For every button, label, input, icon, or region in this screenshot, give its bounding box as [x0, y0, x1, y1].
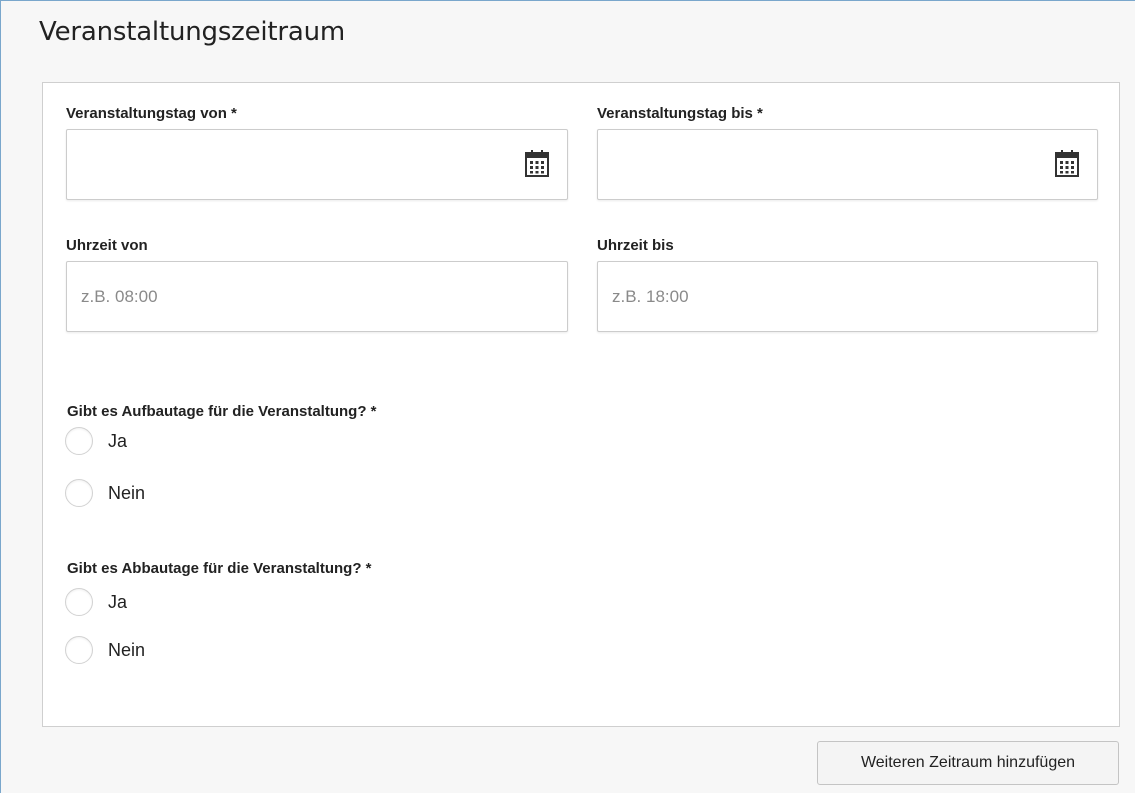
time-to-input[interactable] [598, 262, 1097, 331]
setup-days-question: Gibt es Aufbautage für die Veranstaltung… [67, 403, 377, 420]
time-from-label: Uhrzeit von [66, 237, 148, 254]
setup-days-yes-option[interactable]: Ja [65, 425, 127, 457]
time-to-field[interactable] [597, 261, 1098, 332]
calendar-icon[interactable] [1055, 149, 1079, 177]
date-to-field[interactable] [597, 129, 1098, 200]
teardown-days-yes-option[interactable]: Ja [65, 586, 127, 618]
setup-days-no-option[interactable]: Nein [65, 477, 145, 509]
teardown-days-question: Gibt es Abbautage für die Veranstaltung?… [67, 560, 372, 577]
time-from-field[interactable] [66, 261, 568, 332]
radio-label: Ja [108, 591, 128, 612]
date-from-label: Veranstaltungstag von * [66, 105, 237, 122]
radio-button[interactable] [65, 636, 93, 664]
add-period-button[interactable]: Weiteren Zeitraum hinzufügen [817, 741, 1119, 785]
date-from-field[interactable] [66, 129, 568, 200]
date-from-input[interactable] [67, 130, 567, 199]
radio-label: Nein [108, 639, 146, 660]
time-from-input[interactable] [67, 262, 567, 331]
event-period-page: Veranstaltungszeitraum Veranstaltungstag… [0, 0, 1135, 793]
date-to-input[interactable] [598, 130, 1097, 199]
teardown-days-no-option[interactable]: Nein [65, 634, 145, 666]
time-to-label: Uhrzeit bis [597, 237, 674, 254]
section-title: Veranstaltungszeitraum [39, 17, 346, 47]
radio-button[interactable] [65, 479, 93, 507]
radio-label: Ja [108, 430, 128, 451]
radio-button[interactable] [65, 427, 93, 455]
date-to-label: Veranstaltungstag bis * [597, 105, 763, 122]
radio-label: Nein [108, 482, 146, 503]
calendar-icon[interactable] [525, 149, 549, 177]
radio-button[interactable] [65, 588, 93, 616]
